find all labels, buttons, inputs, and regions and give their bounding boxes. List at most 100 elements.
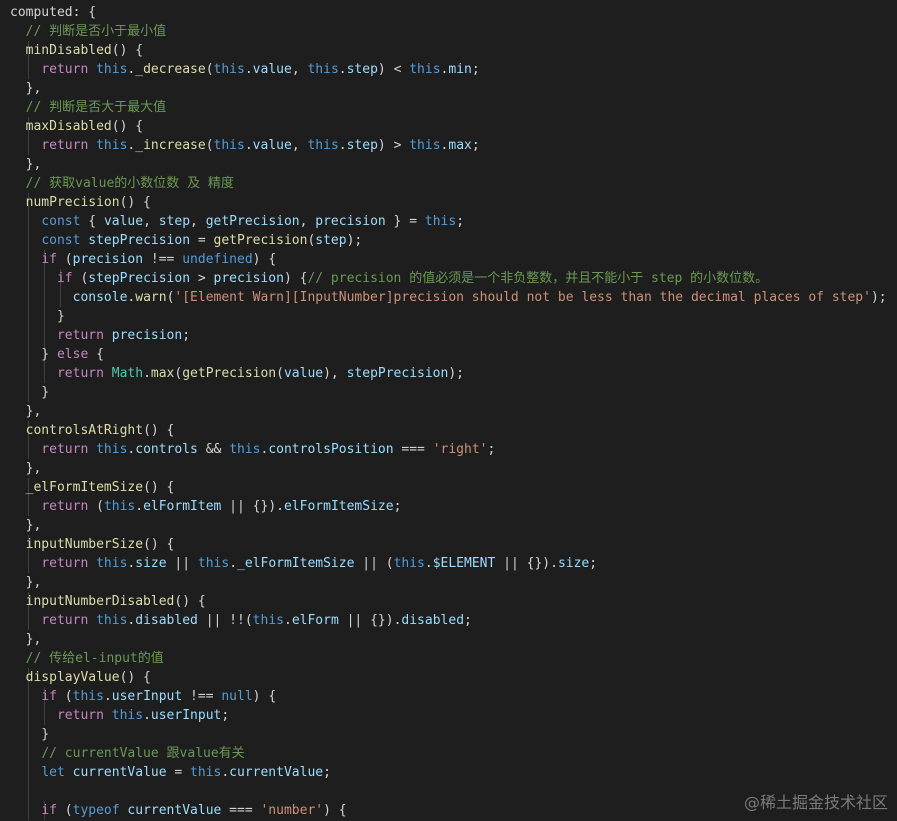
code-token: undefined	[182, 252, 253, 267]
code-token: !==	[143, 252, 183, 267]
code-token: },	[10, 157, 42, 172]
code-line[interactable]: minDisabled() {	[10, 41, 143, 60]
code-line[interactable]: return this._decrease(this.value, this.s…	[10, 60, 479, 79]
code-token: this	[96, 138, 128, 153]
code-token: size	[135, 556, 167, 571]
code-token: );	[448, 366, 464, 381]
code-token: userInput	[150, 708, 222, 723]
code-token: },	[10, 518, 42, 533]
code-line[interactable]: return Math.max(getPrecision(value), ste…	[10, 364, 464, 383]
code-line[interactable]: }	[10, 307, 65, 326]
code-token: ;	[487, 442, 496, 457]
code-line[interactable]: inputNumberSize() {	[10, 535, 175, 554]
code-line[interactable]: computed: {	[10, 3, 96, 22]
code-line[interactable]: if (stepPrecision > precision) {// preci…	[10, 269, 768, 288]
code-token: },	[10, 632, 42, 647]
code-token: ) {	[252, 689, 277, 704]
code-token: .	[143, 708, 151, 723]
code-token: displayValue	[25, 670, 120, 685]
code-line[interactable]: return this.controls && this.controlsPos…	[10, 440, 495, 459]
code-line[interactable]: inputNumberDisabled() {	[10, 592, 206, 611]
code-token: ===	[221, 803, 261, 818]
code-editor[interactable]: @稀土掘金技术社区 computed: { // 判断是否小于最小值 minDi…	[0, 0, 897, 821]
code-line[interactable]: if (typeof currentValue === 'number') {	[10, 801, 346, 820]
code-line[interactable]: maxDisabled() {	[10, 117, 143, 136]
code-line[interactable]: let currentValue = this.currentValue;	[10, 763, 331, 782]
code-token: ,	[190, 214, 206, 229]
code-line[interactable]: return this.disabled || !!(this.elForm |…	[10, 611, 472, 630]
code-line[interactable]: if (this.userInput !== null) {	[10, 687, 276, 706]
code-line[interactable]: displayValue() {	[10, 668, 151, 687]
code-token: this	[72, 689, 104, 704]
code-token: );	[346, 233, 363, 248]
code-token: step	[346, 62, 378, 77]
code-token: this	[393, 556, 425, 571]
code-line[interactable]: },	[10, 630, 42, 649]
code-token: return	[41, 62, 89, 77]
code-line[interactable]: _elFormItemSize() {	[10, 478, 175, 497]
code-token: inputNumberDisabled	[25, 594, 175, 609]
code-token: 'number'	[260, 803, 324, 818]
code-line[interactable]: numPrecision() {	[10, 193, 151, 212]
code-token: $ELEMENT	[432, 556, 496, 571]
code-token: '[Element Warn][InputNumber]precision sh…	[174, 290, 871, 305]
code-token: .	[135, 499, 144, 514]
code-token: {	[80, 214, 104, 229]
code-token: let	[41, 765, 65, 780]
code-line[interactable]: },	[10, 155, 42, 174]
code-line[interactable]: // 判断是否小于最小值	[10, 22, 166, 41]
code-token: this	[252, 613, 284, 628]
code-line[interactable]: controlsAtRight() {	[10, 421, 175, 440]
code-line[interactable]: return this.userInput;	[10, 706, 229, 725]
code-line[interactable]: },	[10, 79, 42, 98]
code-token: this	[96, 62, 128, 77]
code-token: }	[10, 347, 57, 362]
code-line[interactable]: // 传给el-input的值	[10, 649, 164, 668]
code-line[interactable]: const { value, step, getPrecision, preci…	[10, 212, 464, 231]
code-line[interactable]: } else {	[10, 345, 104, 364]
code-token: || !!(	[197, 613, 253, 628]
code-token: // 获取value的小数位数 及 精度	[25, 176, 234, 191]
code-line[interactable]: if (precision !== undefined) {	[10, 250, 276, 269]
code-line[interactable]: },	[10, 516, 42, 535]
code-token: },	[10, 404, 42, 419]
code-token: stepPrecision	[88, 233, 191, 248]
code-token: console	[72, 290, 128, 305]
code-line[interactable]: // 获取value的小数位数 及 精度	[10, 174, 234, 193]
code-line[interactable]: return this.size || this._elFormItemSize…	[10, 554, 597, 573]
code-token: || {}).	[495, 556, 558, 571]
code-line[interactable]: }	[10, 383, 49, 402]
code-token: inputNumberSize	[25, 537, 144, 552]
code-line[interactable]: }	[10, 725, 49, 744]
code-token: (	[205, 62, 214, 77]
code-token: ===	[393, 442, 433, 457]
code-line[interactable]: return (this.elFormItem || {}).elFormIte…	[10, 497, 401, 516]
code-token: controlsPosition	[268, 442, 394, 457]
code-token: ;	[589, 556, 598, 571]
code-line[interactable]: return this._increase(this.value, this.s…	[10, 136, 479, 155]
code-token: ) <	[377, 62, 410, 77]
code-line[interactable]: },	[10, 573, 42, 592]
code-line[interactable]: // 判断是否大于最大值	[10, 98, 166, 117]
code-token: this	[307, 138, 339, 153]
code-token: this	[111, 708, 144, 723]
code-token: .	[221, 765, 230, 780]
code-line[interactable]: },	[10, 459, 42, 478]
code-line[interactable]: const stepPrecision = getPrecision(step)…	[10, 231, 362, 250]
code-token: // currentValue 跟value有关	[41, 746, 245, 761]
code-line[interactable]: },	[10, 402, 42, 421]
code-line[interactable]: // currentValue 跟value有关	[10, 744, 245, 763]
code-line[interactable]: console.warn('[Element Warn][InputNumber…	[10, 288, 887, 307]
code-line[interactable]: return precision;	[10, 326, 190, 345]
